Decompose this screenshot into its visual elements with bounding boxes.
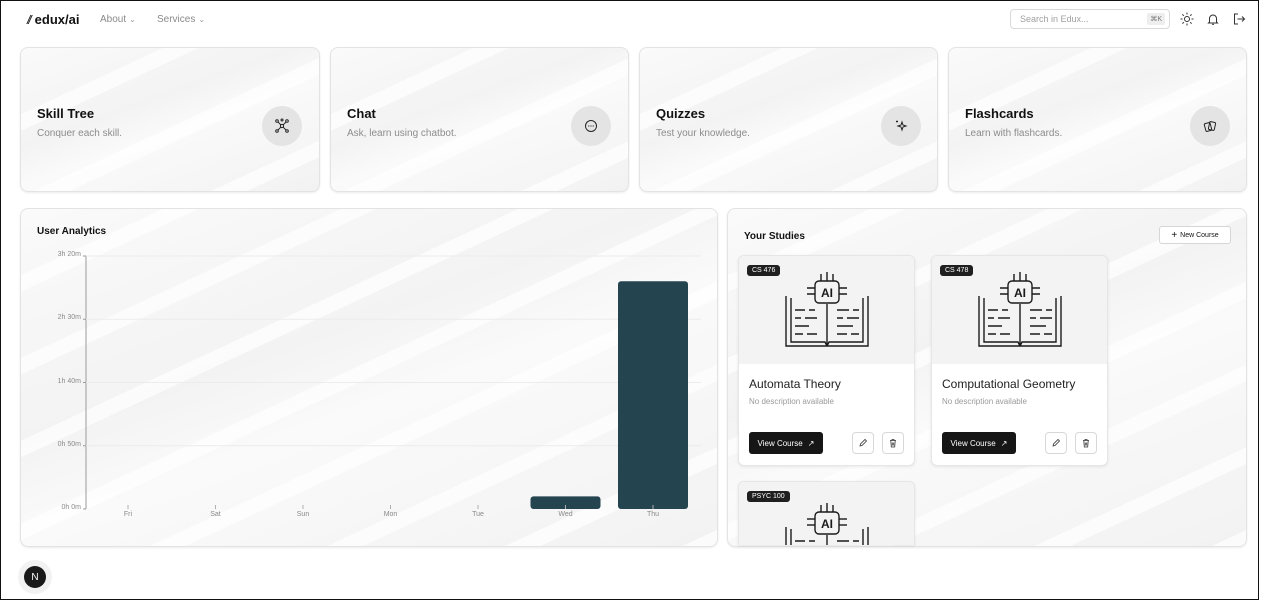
logo-text: edux/ai: [34, 12, 80, 27]
new-course-label: New Course: [1180, 231, 1219, 239]
new-course-button[interactable]: + New Course: [1159, 226, 1231, 244]
bar-thu[interactable]: [618, 281, 688, 509]
trash-icon: [1083, 439, 1089, 448]
y-tick-label: 2h 30m: [57, 314, 81, 322]
feature-subtitle: Ask, learn using chatbot.: [347, 128, 457, 139]
search-placeholder: Search in Edux...: [1020, 14, 1089, 24]
feature-title: Flashcards: [965, 106, 1034, 121]
analytics-panel: User Analytics 0h 0m 0h 50m 1h 40m 2h 30m 3h…: [20, 208, 718, 547]
y-tick-label: 0h 50m: [57, 440, 81, 448]
x-tick-label: Fri: [123, 511, 133, 518]
course-card[interactable]: AI CS 478 Computational Geometry No desc…: [931, 255, 1108, 466]
nav-about-label: About: [100, 14, 127, 25]
view-course-button[interactable]: View Course ↗: [942, 432, 1016, 454]
feature-title: Chat: [347, 106, 376, 121]
feature-subtitle: Test your knowledge.: [656, 128, 750, 139]
pencil-icon: [1052, 438, 1061, 447]
network-icon: [262, 106, 302, 146]
logo-slashes-icon: //: [27, 12, 31, 27]
svg-text:AI: AI: [821, 286, 833, 300]
cards-icon: [1190, 106, 1230, 146]
course-description: No description available: [942, 397, 1027, 406]
analytics-chart: [83, 255, 701, 510]
feature-title: Quizzes: [656, 106, 706, 121]
edit-button[interactable]: [1045, 432, 1067, 454]
framework-badge[interactable]: N: [24, 566, 46, 588]
logo[interactable]: // edux/ai: [27, 12, 79, 27]
course-card[interactable]: AI PSYC 100: [738, 481, 915, 545]
chevron-down-icon: ⌄: [198, 15, 206, 24]
delete-button[interactable]: [1075, 432, 1097, 454]
view-course-button[interactable]: View Course ↗: [749, 432, 823, 454]
course-title: Automata Theory: [749, 377, 841, 391]
feature-card-quizzes[interactable]: Quizzes Test your knowledge.: [639, 47, 938, 192]
feature-subtitle: Learn with flashcards.: [965, 128, 1063, 139]
nav-services[interactable]: Services ⌄: [157, 14, 205, 25]
svg-text:AI: AI: [1014, 286, 1026, 300]
feature-subtitle: Conquer each skill.: [37, 128, 123, 139]
sparkle-icon: [881, 106, 921, 146]
course-title: Computational Geometry: [942, 377, 1076, 391]
edit-button[interactable]: [852, 432, 874, 454]
feature-card-skill-tree[interactable]: Skill Tree Conquer each skill.: [20, 47, 320, 192]
view-course-label: View Course: [950, 438, 996, 448]
y-tick-label: 3h 20m: [57, 251, 81, 258]
x-tick-label: Sun: [296, 511, 310, 518]
y-tick-label: 0h 0m: [61, 504, 81, 511]
feature-card-flashcards[interactable]: Flashcards Learn with flashcards.: [948, 47, 1247, 192]
feature-title: Skill Tree: [37, 106, 95, 121]
top-navbar: // edux/ai About ⌄ Services ⌄ Search in …: [0, 0, 1261, 40]
trash-icon: [890, 439, 896, 448]
course-description: No description available: [749, 397, 834, 406]
arrow-up-right-icon: ↗: [1000, 438, 1008, 448]
course-code-badge: PSYC 100: [747, 491, 790, 502]
svg-text:AI: AI: [821, 517, 833, 531]
nav-about[interactable]: About ⌄: [100, 14, 136, 25]
studies-title: Your Studies: [744, 231, 805, 242]
x-tick-label: Sat: [210, 511, 221, 518]
theme-toggle-sun-icon[interactable]: [1178, 10, 1196, 28]
feature-card-chat[interactable]: Chat Ask, learn using chatbot.: [330, 47, 629, 192]
view-course-label: View Course: [757, 438, 803, 448]
chevron-down-icon: ⌄: [129, 15, 136, 24]
bell-icon[interactable]: [1204, 10, 1222, 28]
arrow-up-right-icon: ↗: [807, 438, 815, 448]
course-card[interactable]: AI CS 476 Automata Theory No description…: [738, 255, 915, 466]
nav-services-label: Services: [157, 14, 196, 25]
x-tick-label: Mon: [383, 511, 398, 518]
x-tick-label: Wed: [558, 511, 573, 518]
search-shortcut: ⌘K: [1147, 13, 1165, 25]
search-input[interactable]: Search in Edux... ⌘K: [1010, 9, 1170, 29]
x-tick-label: Tue: [472, 511, 484, 518]
logout-icon[interactable]: [1230, 10, 1248, 28]
delete-button[interactable]: [882, 432, 904, 454]
plus-icon: +: [1171, 229, 1178, 241]
chat-bubble-icon: [571, 106, 611, 146]
course-code-badge: CS 476: [747, 265, 781, 276]
y-tick-label: 1h 40m: [57, 377, 81, 385]
x-tick-label: Thu: [646, 511, 660, 518]
pencil-icon: [859, 438, 868, 447]
course-code-badge: CS 478: [940, 265, 974, 276]
